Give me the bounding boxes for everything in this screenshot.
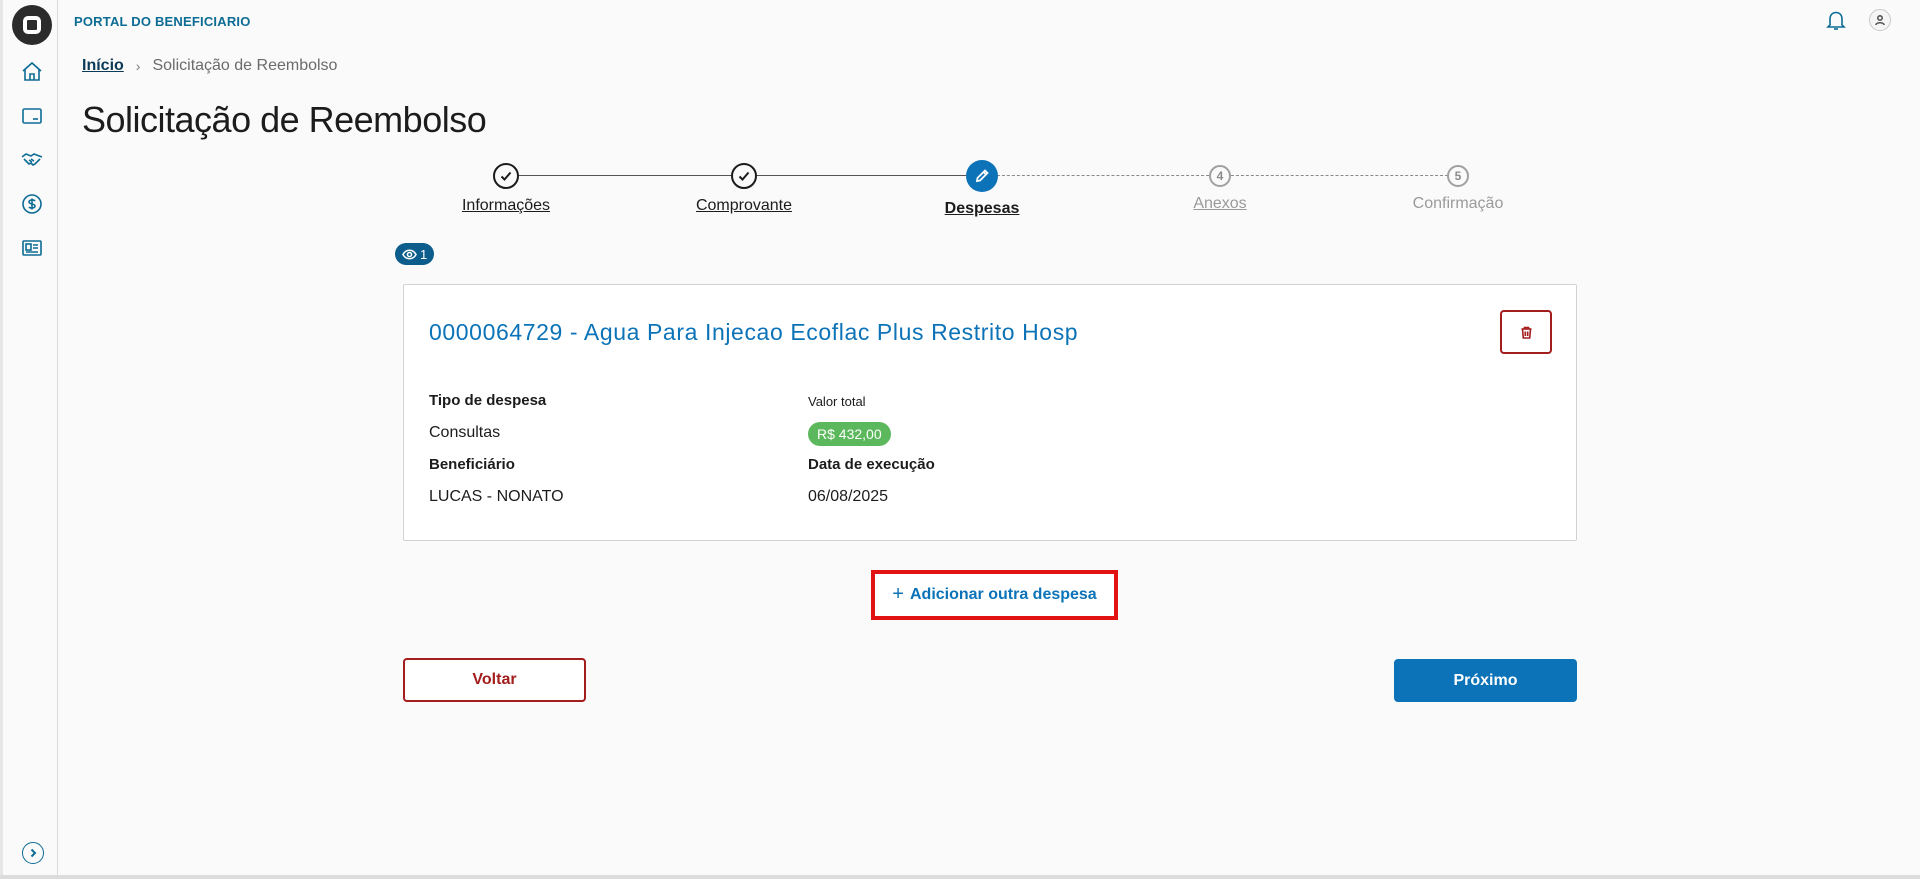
id-card-icon[interactable]	[20, 236, 44, 260]
step-number: 5	[1447, 165, 1469, 187]
step-number: 4	[1209, 165, 1231, 187]
step-label[interactable]: Anexos	[1193, 195, 1246, 213]
step-confirmacao[interactable]: 5 Confirmação	[1378, 163, 1538, 213]
breadcrumb: Início › Solicitação de Reembolso	[82, 57, 337, 75]
back-button[interactable]: Voltar	[403, 658, 586, 702]
bell-icon[interactable]	[1824, 8, 1848, 32]
step-label: Confirmação	[1412, 195, 1504, 212]
valor-total-badge: R$ 432,00	[808, 422, 891, 446]
beneficiario-value: LUCAS - NONATO	[429, 488, 564, 505]
expense-title: 0000064729 - Agua Para Injecao Ecoflac P…	[429, 319, 1079, 345]
check-icon	[493, 163, 519, 189]
page-title: Solicitação de Reembolso	[82, 99, 487, 140]
data-execucao-value: 06/08/2025	[808, 488, 889, 505]
step-comprovante[interactable]: Comprovante	[664, 163, 824, 215]
step-label[interactable]: Comprovante	[696, 197, 792, 215]
chevron-right-icon: ›	[135, 58, 141, 74]
chevron-right-icon[interactable]	[22, 842, 44, 864]
check-icon	[731, 163, 757, 189]
card-icon[interactable]	[20, 104, 44, 128]
eye-icon	[402, 249, 417, 259]
step-label[interactable]: Despesas	[945, 200, 1020, 218]
expense-count: 1	[420, 246, 428, 262]
step-label[interactable]: Informações	[462, 197, 550, 215]
portal-title: PORTAL DO BENEFICIARIO	[74, 14, 251, 29]
add-expense-label: Adicionar outra despesa	[909, 586, 1097, 603]
expense-count-badge[interactable]: 1	[395, 243, 435, 265]
valor-total-label: Valor total	[808, 394, 866, 409]
logo[interactable]	[12, 5, 52, 45]
data-execucao-label: Data de execução	[808, 456, 935, 473]
expense-card: 0000064729 - Agua Para Injecao Ecoflac P…	[403, 284, 1577, 541]
pencil-icon	[966, 160, 998, 192]
app: PORTAL DO BENEFICIARIO Início › Solicita…	[0, 0, 1920, 879]
tipo-despesa-label: Tipo de despesa	[429, 392, 547, 409]
home-icon[interactable]	[20, 60, 44, 84]
user-icon[interactable]	[1869, 9, 1891, 31]
bottom-divider	[0, 875, 1920, 879]
dollar-icon[interactable]	[20, 192, 44, 216]
sidebar	[0, 0, 58, 876]
breadcrumb-home-link[interactable]: Início	[82, 57, 124, 75]
handshake-icon[interactable]	[20, 148, 44, 172]
breadcrumb-current: Solicitação de Reembolso	[152, 57, 338, 74]
step-anexos[interactable]: 4 Anexos	[1140, 163, 1300, 213]
add-expense-button[interactable]: + Adicionar outra despesa	[871, 570, 1118, 620]
step-despesas[interactable]: Despesas	[902, 160, 1062, 218]
step-informacoes[interactable]: Informações	[426, 163, 586, 215]
stepper: Informações Comprovante Despesas 4 Anexo…	[400, 160, 1580, 220]
beneficiario-label: Beneficiário	[429, 456, 515, 473]
tipo-despesa-value: Consultas	[429, 424, 501, 441]
trash-icon	[1521, 326, 1531, 339]
delete-expense-button[interactable]	[1500, 310, 1552, 354]
plus-icon: +	[892, 583, 904, 605]
next-button[interactable]: Próximo	[1394, 659, 1577, 702]
